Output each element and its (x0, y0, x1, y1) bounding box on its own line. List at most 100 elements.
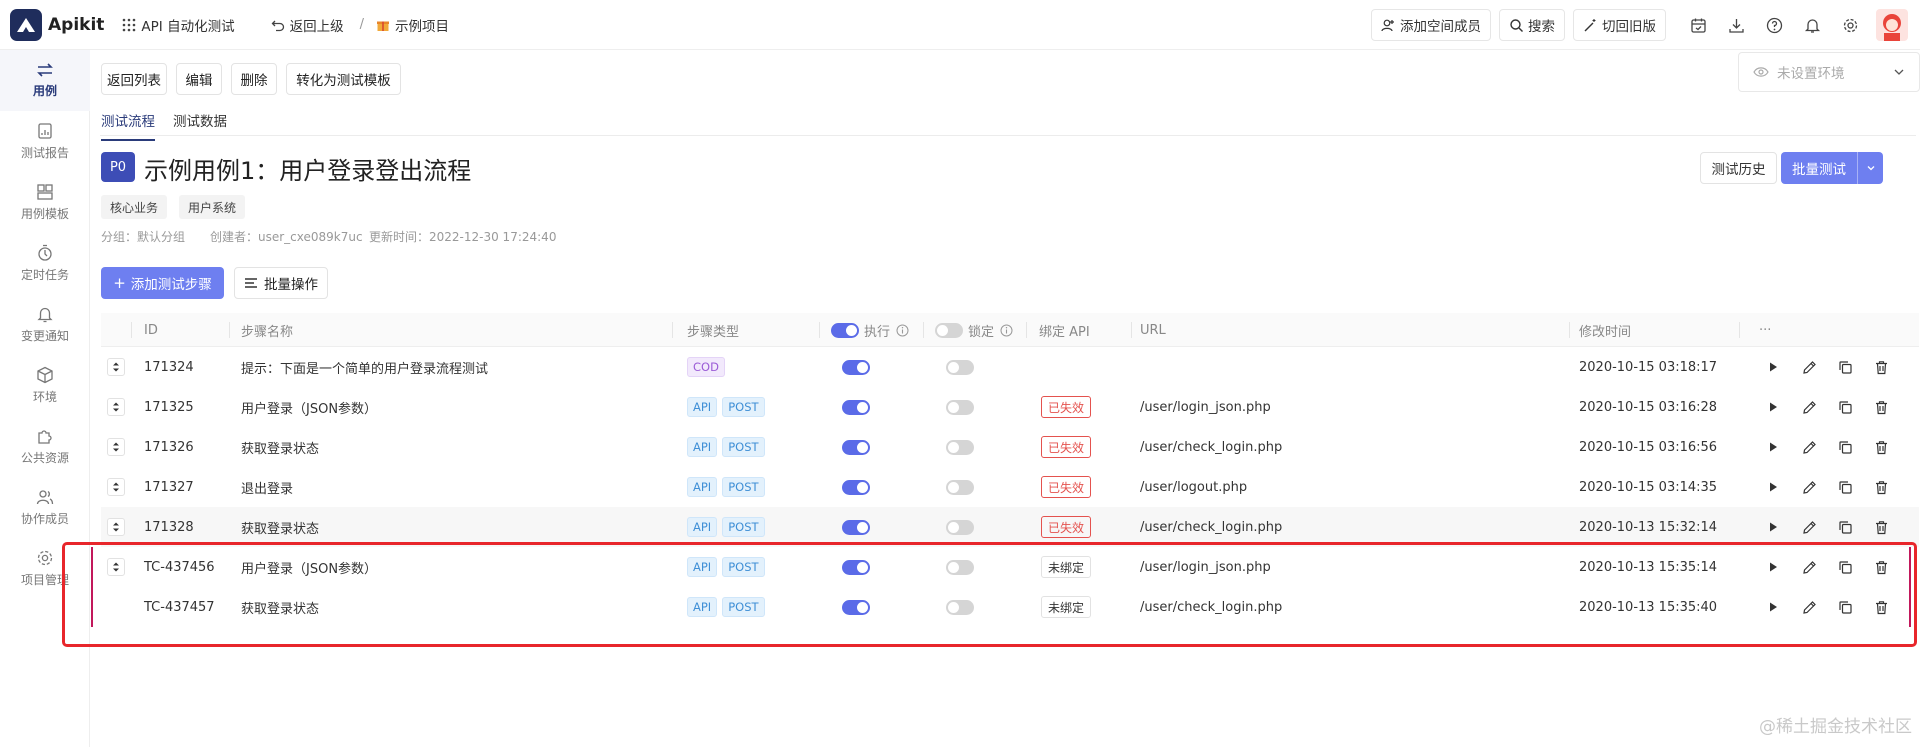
delete-button[interactable]: 删除 (231, 63, 277, 95)
edit-icon[interactable] (1799, 357, 1819, 377)
sidebar-item-collaborators[interactable]: 协作成员 (0, 477, 90, 538)
copy-icon[interactable] (1835, 477, 1855, 497)
search-button[interactable]: 搜索 (1499, 9, 1565, 41)
delete-icon[interactable] (1871, 357, 1891, 377)
copy-icon[interactable] (1835, 597, 1855, 617)
header-more[interactable]: ··· (1759, 313, 1771, 347)
lock-toggle[interactable] (946, 519, 974, 535)
run-icon[interactable] (1763, 397, 1783, 417)
test-history-button[interactable]: 测试历史 (1700, 152, 1777, 184)
sidebar-item-project-management[interactable]: 项目管理 (0, 538, 90, 599)
run-icon[interactable] (1763, 437, 1783, 457)
switch-old-version-button[interactable]: 切回旧版 (1573, 9, 1666, 41)
edit-icon[interactable] (1799, 517, 1819, 537)
sidebar-item-test-report[interactable]: 测试报告 (0, 111, 90, 172)
cell-step-name[interactable]: 用户登录（JSON参数） (241, 547, 377, 587)
cell-step-name[interactable]: 获取登录状态 (241, 587, 319, 627)
drag-handle-icon[interactable] (107, 558, 125, 576)
lock-toggle[interactable] (946, 559, 974, 575)
delete-icon[interactable] (1871, 437, 1891, 457)
user-avatar[interactable] (1876, 9, 1908, 41)
exec-all-toggle[interactable] (831, 322, 859, 338)
bind-status-badge: 未绑定 (1041, 556, 1092, 578)
tab-test-data[interactable]: 测试数据 (173, 110, 227, 136)
add-test-step-button[interactable]: + 添加测试步骤 (101, 267, 224, 299)
sidebar-item-public-resources[interactable]: 公共资源 (0, 416, 90, 477)
copy-icon[interactable] (1835, 397, 1855, 417)
cell-step-name[interactable]: 获取登录状态 (241, 427, 319, 467)
drag-handle-icon[interactable] (107, 478, 125, 496)
lock-toggle[interactable] (946, 479, 974, 495)
edit-icon[interactable] (1799, 597, 1819, 617)
cell-step-name[interactable]: 退出登录 (241, 467, 293, 507)
run-icon[interactable] (1763, 557, 1783, 577)
exec-toggle[interactable] (842, 479, 870, 495)
logo[interactable]: Apikit (10, 8, 104, 41)
table-row[interactable]: 171324 提示：下面是一个简单的用户登录流程测试 COD 2020-10-15 0… (101, 347, 1919, 387)
sidebar-item-scheduled-task[interactable]: 定时任务 (0, 233, 90, 294)
delete-icon[interactable] (1871, 397, 1891, 417)
run-icon[interactable] (1763, 477, 1783, 497)
batch-operation-button[interactable]: 批量操作 (234, 267, 328, 299)
lock-toggle[interactable] (946, 599, 974, 615)
drag-handle-icon[interactable] (107, 358, 125, 376)
cell-step-name[interactable]: 用户登录（JSON参数） (241, 387, 377, 427)
run-icon[interactable] (1763, 357, 1783, 377)
table-row[interactable]: TC-437456 用户登录（JSON参数） API POST 未绑定/user/log… (101, 547, 1919, 587)
add-member-button[interactable]: 添加空间成员 (1371, 9, 1491, 41)
batch-test-button[interactable]: 批量测试 (1781, 152, 1883, 184)
back-button[interactable]: 返回上级 (271, 15, 344, 35)
edit-icon[interactable] (1799, 557, 1819, 577)
exec-toggle[interactable] (842, 519, 870, 535)
drag-handle-icon[interactable] (107, 398, 125, 416)
module-switcher[interactable]: API 自动化测试 (122, 15, 235, 35)
copy-icon[interactable] (1835, 357, 1855, 377)
table-row[interactable]: 171326 获取登录状态 API POST 已失效/user/check_login.… (101, 427, 1919, 467)
exec-toggle[interactable] (842, 559, 870, 575)
table-row[interactable]: 171327 退出登录 API POST 已失效/user/logout.php 2020… (101, 467, 1919, 507)
batch-test-dropdown-icon[interactable] (1857, 152, 1883, 184)
copy-icon[interactable] (1835, 557, 1855, 577)
edit-icon[interactable] (1799, 477, 1819, 497)
delete-icon[interactable] (1871, 477, 1891, 497)
run-icon[interactable] (1763, 597, 1783, 617)
copy-icon[interactable] (1835, 437, 1855, 457)
sidebar-item-change-notice[interactable]: 变更通知 (0, 294, 90, 355)
table-row[interactable]: 171325 用户登录（JSON参数） API POST 已失效/user/login_… (101, 387, 1919, 427)
edit-button[interactable]: 编辑 (176, 63, 222, 95)
run-icon[interactable] (1763, 517, 1783, 537)
exec-toggle[interactable] (842, 399, 870, 415)
edit-icon[interactable] (1799, 397, 1819, 417)
sidebar-item-case-template[interactable]: 用例模板 (0, 172, 90, 233)
edit-icon[interactable] (1799, 437, 1819, 457)
delete-icon[interactable] (1871, 597, 1891, 617)
settings-gear-icon[interactable] (1838, 13, 1862, 37)
calendar-icon[interactable] (1686, 13, 1710, 37)
copy-icon[interactable] (1835, 517, 1855, 537)
download-icon[interactable] (1724, 13, 1748, 37)
convert-to-template-button[interactable]: 转化为测试模板 (286, 63, 401, 95)
exec-toggle[interactable] (842, 439, 870, 455)
exec-toggle[interactable] (842, 599, 870, 615)
cell-step-name[interactable]: 提示：下面是一个简单的用户登录流程测试 (241, 347, 488, 387)
back-to-list-button[interactable]: 返回列表 (101, 63, 167, 95)
notification-bell-icon[interactable] (1800, 13, 1824, 37)
environment-select[interactable]: 未设置环境 (1738, 52, 1920, 92)
sidebar-item-environment[interactable]: 环境 (0, 355, 90, 416)
lock-toggle[interactable] (946, 439, 974, 455)
tab-test-flow[interactable]: 测试流程 (101, 110, 155, 141)
table-row[interactable]: TC-437457 获取登录状态 API POST 未绑定/user/check_log… (101, 587, 1919, 627)
delete-icon[interactable] (1871, 557, 1891, 577)
sidebar-item-cases[interactable]: 用例 (0, 50, 90, 111)
lock-toggle[interactable] (946, 359, 974, 375)
lock-toggle[interactable] (946, 399, 974, 415)
help-icon[interactable] (1762, 13, 1786, 37)
drag-handle-icon[interactable] (107, 438, 125, 456)
lock-all-toggle[interactable] (935, 322, 963, 338)
delete-icon[interactable] (1871, 517, 1891, 537)
drag-handle-icon[interactable] (107, 518, 125, 536)
exec-toggle[interactable] (842, 359, 870, 375)
cell-step-name[interactable]: 获取登录状态 (241, 507, 319, 547)
project-breadcrumb[interactable]: 示例项目 (376, 15, 449, 35)
table-row[interactable]: 171328 获取登录状态 API POST 已失效/user/check_login.… (101, 507, 1919, 547)
